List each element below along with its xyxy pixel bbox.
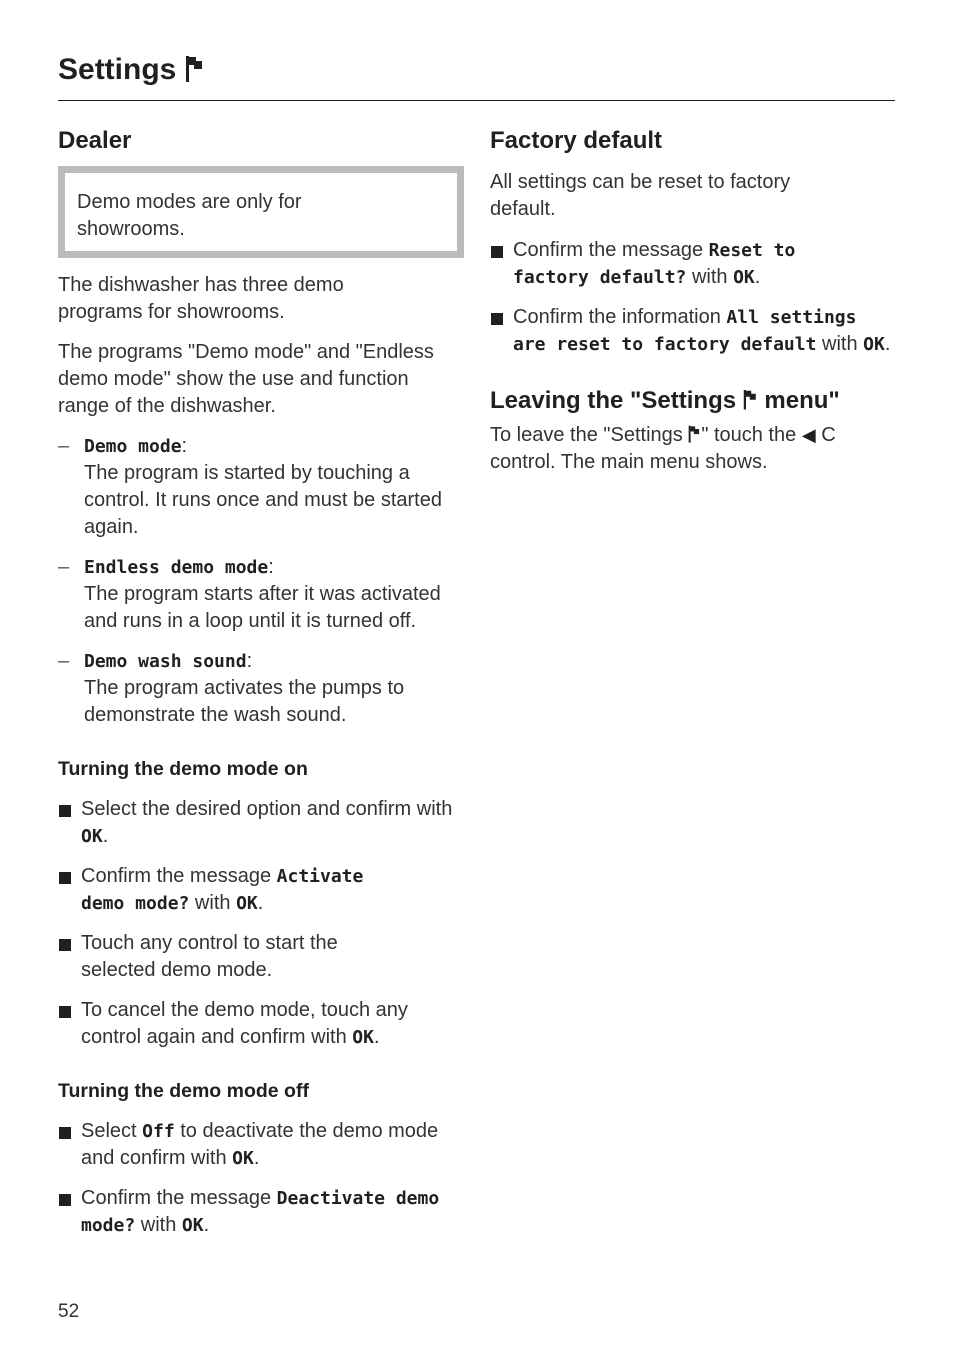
step-text: Touch any control to start the selected …: [81, 932, 338, 981]
lcd-ok: OK: [733, 267, 755, 288]
demo-mode-list: Demo mode: The program is started by tou…: [58, 433, 464, 729]
step-text: Confirm the message: [81, 865, 277, 887]
step-text: .: [257, 892, 264, 914]
turning-off-steps: Select Off to deactivate the demo mode a…: [58, 1118, 464, 1239]
leaving-settings-text: To leave the "Settings " touch the ◀ C c…: [490, 422, 890, 476]
lcd-ok: OK: [863, 334, 885, 355]
turning-off-heading: Turning the demo mode off: [58, 1080, 309, 1102]
step-text: .: [373, 1026, 380, 1048]
list-item: Select Off to deactivate the demo mode a…: [58, 1118, 451, 1172]
left-column: Dealer Demo modes are only for showrooms…: [58, 122, 464, 1239]
lcd-ok: OK: [232, 1148, 254, 1169]
page-number: 52: [58, 1301, 80, 1322]
lcd-endless-demo-mode: Endless demo mode: [84, 557, 269, 578]
list-item: Demo wash sound: The program activates t…: [58, 648, 464, 729]
flag-icon: [688, 424, 701, 443]
list-item: Endless demo mode: The program starts af…: [58, 554, 464, 635]
page-title: Settings: [58, 50, 205, 90]
lcd-off: Off: [142, 1121, 175, 1142]
dealer-intro-1: The dishwasher has three demo programs f…: [58, 274, 344, 323]
step-text: .: [884, 333, 891, 355]
title-divider: [58, 100, 895, 101]
list-item: Confirm the message Reset to factory def…: [490, 237, 853, 291]
step-text: .: [102, 825, 109, 847]
list-item: Confirm the message Deactivate demo mode…: [58, 1185, 451, 1239]
list-item: Confirm the message Activate demo mode? …: [58, 863, 411, 917]
flag-icon: [185, 54, 205, 82]
turning-on-steps: Select the desired option and confirm wi…: [58, 796, 464, 1051]
factory-default-intro: All settings can be reset to factory def…: [490, 171, 791, 220]
step-text: .: [203, 1214, 210, 1236]
step-text: with: [135, 1214, 182, 1236]
text-part: " touch the: [701, 424, 802, 446]
lcd-ok: OK: [81, 826, 103, 847]
list-item: Confirm the information All settings are…: [490, 304, 898, 358]
heading-text: Leaving the "Settings: [490, 387, 743, 414]
back-arrow-icon: ◀: [801, 425, 816, 445]
page-title-text: Settings: [58, 53, 177, 86]
step-text: .: [754, 266, 761, 288]
list-item: Demo mode: The program is started by tou…: [58, 433, 464, 541]
factory-default-steps: Confirm the message Reset to factory def…: [490, 237, 895, 358]
lcd-ok: OK: [352, 1027, 374, 1048]
mode-description: The program starts after it was activate…: [84, 583, 441, 632]
mode-description: The program activates the pumps to demon…: [84, 677, 405, 726]
list-item: Select the desired option and confirm wi…: [58, 796, 464, 850]
lcd-ok: OK: [181, 1215, 204, 1236]
lcd-demo-mode: Demo mode: [84, 436, 182, 457]
step-text: Confirm the message: [513, 239, 709, 261]
mode-description: The program is started by touching a con…: [84, 462, 442, 538]
step-text: .: [253, 1147, 260, 1169]
step-text: with: [816, 333, 864, 355]
step-text: with: [686, 266, 734, 288]
right-column: Factory default All settings can be rese…: [490, 122, 895, 476]
dealer-heading: Dealer: [58, 127, 132, 154]
flag-icon: [743, 388, 758, 410]
step-text: Select: [81, 1120, 143, 1142]
factory-default-heading: Factory default: [490, 127, 663, 154]
step-text: Confirm the information: [513, 306, 727, 328]
list-item: Touch any control to start the selected …: [58, 930, 381, 984]
lcd-ok: OK: [236, 893, 258, 914]
list-item: To cancel the demo mode, touch any contr…: [58, 997, 464, 1051]
text-part: To leave the "Settings: [490, 424, 689, 446]
lcd-demo-wash-sound: Demo wash sound: [84, 651, 247, 672]
note-text: Demo modes are only for showrooms.: [77, 191, 302, 240]
heading-text: menu": [757, 387, 840, 414]
step-text: with: [189, 892, 237, 914]
leaving-settings-heading: Leaving the "Settings menu": [490, 382, 895, 420]
turning-on-heading: Turning the demo mode on: [58, 758, 308, 780]
note-box: Demo modes are only for showrooms.: [58, 166, 464, 258]
dealer-intro-2: The programs "Demo mode" and "Endless de…: [58, 341, 434, 417]
step-text: Confirm the message: [81, 1187, 277, 1209]
step-text: Select the desired option and confirm wi…: [81, 798, 453, 820]
